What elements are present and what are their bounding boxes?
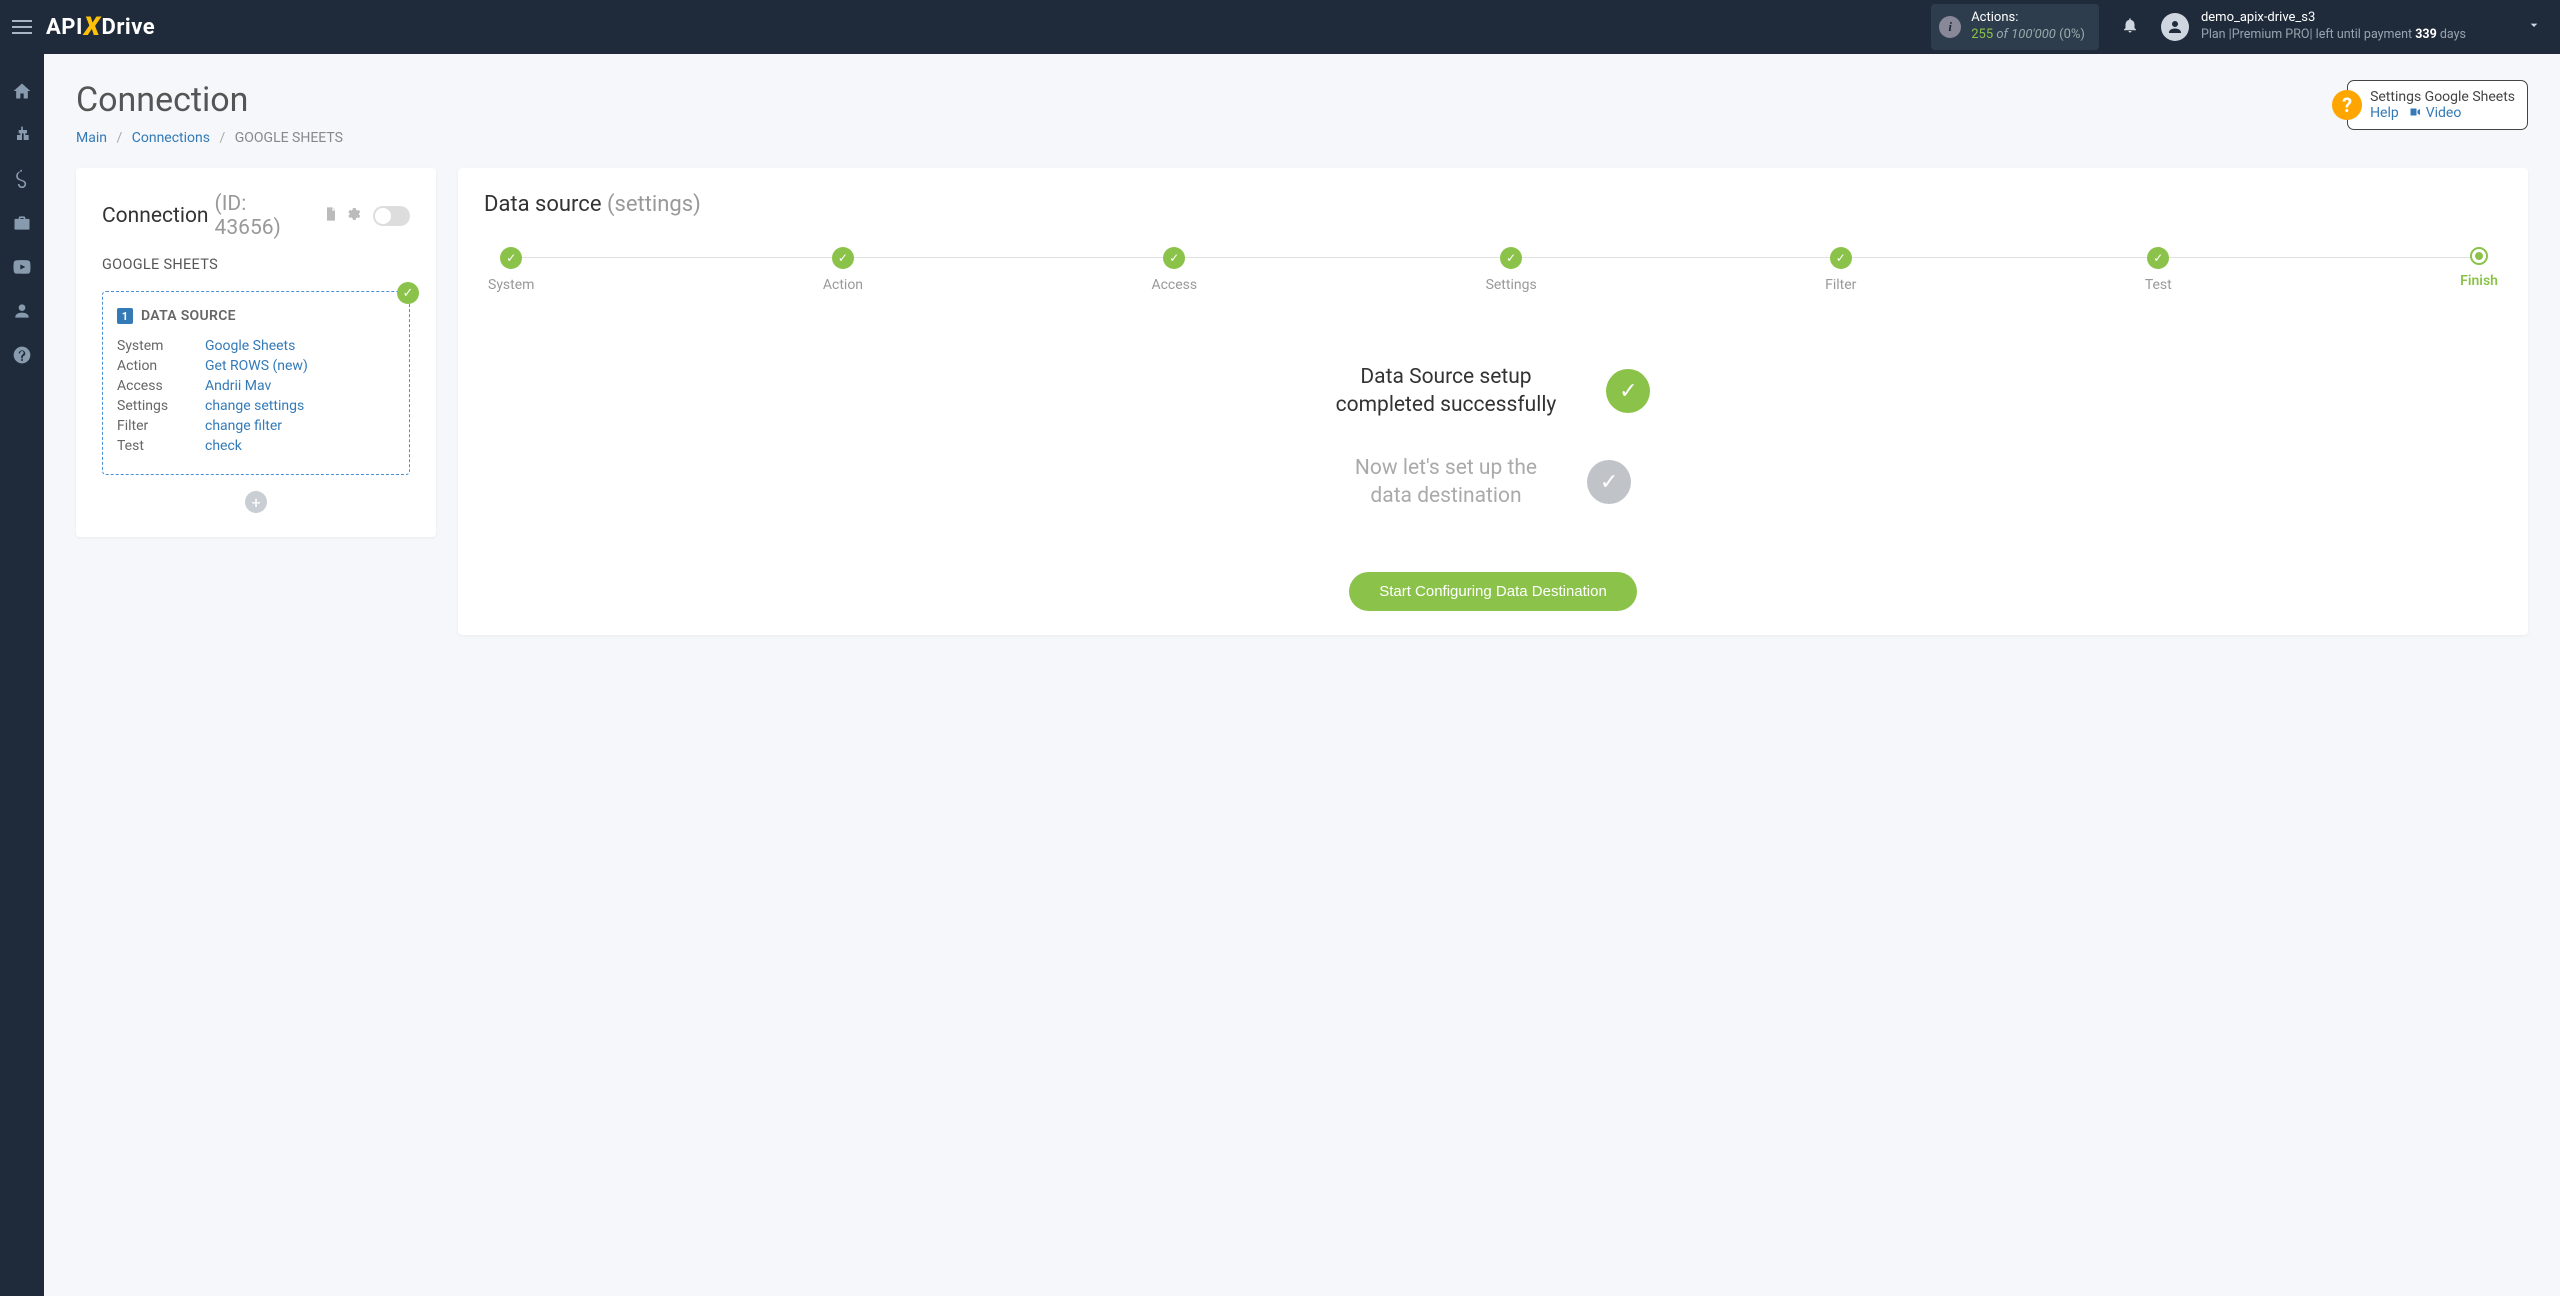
actions-label: Actions: xyxy=(1971,10,2085,27)
ds-row: Filterchange filter xyxy=(117,418,395,434)
briefcase-icon[interactable] xyxy=(11,212,33,234)
step-settings[interactable]: ✓ Settings xyxy=(1486,247,1537,293)
step-current-icon xyxy=(2470,247,2488,265)
ds-row-key: Filter xyxy=(117,418,205,434)
finish-msg-1: Data Source setupcompleted successfully xyxy=(1336,363,1557,420)
ds-row-key: System xyxy=(117,338,205,354)
ds-row-link[interactable]: Andrii Mav xyxy=(205,378,271,394)
ds-badge: 1 xyxy=(117,308,133,324)
help-icon[interactable] xyxy=(11,344,33,366)
ds-row-key: Access xyxy=(117,378,205,394)
ds-title: DATA SOURCE xyxy=(141,308,236,324)
step-label: System xyxy=(488,277,534,293)
sidebar xyxy=(0,54,44,1296)
big-check-green-icon: ✓ xyxy=(1606,369,1650,413)
actions-of: of xyxy=(1996,27,2008,42)
help-widget: ? Settings Google Sheets Help Video xyxy=(2347,80,2528,130)
ds-row-key: Action xyxy=(117,358,205,374)
right-title: Data source xyxy=(484,192,607,217)
right-title-suffix: (settings) xyxy=(607,192,701,217)
sitemap-icon[interactable] xyxy=(11,124,33,146)
step-system[interactable]: ✓ System xyxy=(488,247,534,293)
step-label: Settings xyxy=(1486,277,1537,293)
ds-row: Testcheck xyxy=(117,438,395,454)
connection-id: (ID: 43656) xyxy=(215,192,317,240)
step-check-icon: ✓ xyxy=(832,247,854,269)
chevron-down-icon[interactable] xyxy=(2466,17,2542,37)
step-check-icon: ✓ xyxy=(2147,247,2169,269)
step-label: Access xyxy=(1151,277,1197,293)
plan-line: Plan |Premium PRO| left until payment 33… xyxy=(2201,27,2466,43)
ds-row-key: Test xyxy=(117,438,205,454)
video-link[interactable]: Video xyxy=(2426,105,2462,121)
step-check-icon: ✓ xyxy=(1163,247,1185,269)
finish-msg-2: Now let's set up thedata destination xyxy=(1355,454,1537,511)
actions-used: 255 xyxy=(1971,27,1993,42)
check-icon: ✓ xyxy=(397,282,419,304)
topbar: APIXDrive i Actions: 255 of 100'000 (0%)… xyxy=(0,0,2560,54)
page-title: Connection xyxy=(76,80,343,120)
video-icon xyxy=(2408,105,2425,121)
ds-row-link[interactable]: Get ROWS (new) xyxy=(205,358,308,374)
actions-pct: (0%) xyxy=(2059,27,2085,42)
help-title: Settings Google Sheets xyxy=(2370,89,2515,105)
info-icon: i xyxy=(1939,16,1961,38)
ds-row: Settingschange settings xyxy=(117,398,395,414)
home-icon[interactable] xyxy=(11,80,33,102)
actions-total: 100'000 xyxy=(2011,27,2056,42)
logo-x: X xyxy=(84,12,101,42)
ds-row-link[interactable]: Google Sheets xyxy=(205,338,295,354)
connection-label: Connection xyxy=(102,204,209,228)
ds-row-link[interactable]: change filter xyxy=(205,418,282,434)
connection-subtitle: GOOGLE SHEETS xyxy=(102,256,410,273)
step-label: Test xyxy=(2145,277,2172,293)
ds-row: ActionGet ROWS (new) xyxy=(117,358,395,374)
connection-card: Connection (ID: 43656) GOOGLE SHEETS ✓ 1 xyxy=(76,168,436,537)
help-link[interactable]: Help xyxy=(2370,105,2399,121)
ds-row-key: Settings xyxy=(117,398,205,414)
youtube-icon[interactable] xyxy=(11,256,33,278)
ds-row: SystemGoogle Sheets xyxy=(117,338,395,354)
big-check-grey-icon: ✓ xyxy=(1587,460,1631,504)
question-icon[interactable]: ? xyxy=(2332,90,2362,120)
avatar-icon xyxy=(2161,13,2189,41)
start-configuring-button[interactable]: Start Configuring Data Destination xyxy=(1349,572,1637,611)
data-source-box[interactable]: ✓ 1 DATA SOURCE SystemGoogle SheetsActio… xyxy=(102,291,410,475)
gear-icon[interactable] xyxy=(345,206,361,226)
username: demo_apix-drive_s3 xyxy=(2201,10,2466,27)
step-label: Action xyxy=(823,277,863,293)
step-access[interactable]: ✓ Access xyxy=(1151,247,1197,293)
ds-row-link[interactable]: check xyxy=(205,438,242,454)
breadcrumb: Main / Connections / GOOGLE SHEETS xyxy=(76,130,343,146)
logo[interactable]: APIXDrive xyxy=(46,12,155,42)
breadcrumb-main[interactable]: Main xyxy=(76,130,107,146)
logo-pre: API xyxy=(46,15,83,40)
step-check-icon: ✓ xyxy=(500,247,522,269)
ds-row: AccessAndrii Mav xyxy=(117,378,395,394)
menu-toggle[interactable] xyxy=(12,16,32,38)
step-check-icon: ✓ xyxy=(1500,247,1522,269)
actions-counter[interactable]: i Actions: 255 of 100'000 (0%) xyxy=(1931,4,2099,50)
add-button[interactable]: + xyxy=(245,491,267,513)
logo-post: Drive xyxy=(102,15,156,40)
breadcrumb-current: GOOGLE SHEETS xyxy=(235,130,343,146)
step-finish[interactable]: Finish xyxy=(2460,247,2498,293)
data-source-settings-card: Data source (settings) ✓ System ✓ Action ✓ Ac… xyxy=(458,168,2528,635)
stepper: ✓ System ✓ Action ✓ Access ✓ Settings ✓ Filter ✓ Te… xyxy=(484,247,2502,293)
bell-icon[interactable] xyxy=(2121,16,2139,39)
step-check-icon: ✓ xyxy=(1830,247,1852,269)
ds-row-link[interactable]: change settings xyxy=(205,398,304,414)
step-filter[interactable]: ✓ Filter xyxy=(1825,247,1856,293)
dollar-icon[interactable] xyxy=(11,168,33,190)
user-icon[interactable] xyxy=(11,300,33,322)
step-action[interactable]: ✓ Action xyxy=(823,247,863,293)
step-label: Filter xyxy=(1825,277,1856,293)
step-label: Finish xyxy=(2460,273,2498,289)
file-icon[interactable] xyxy=(323,206,339,226)
user-menu[interactable]: demo_apix-drive_s3 Plan |Premium PRO| le… xyxy=(2161,10,2466,43)
breadcrumb-connections[interactable]: Connections xyxy=(132,130,210,146)
step-test[interactable]: ✓ Test xyxy=(2145,247,2172,293)
connection-toggle[interactable] xyxy=(373,206,411,226)
